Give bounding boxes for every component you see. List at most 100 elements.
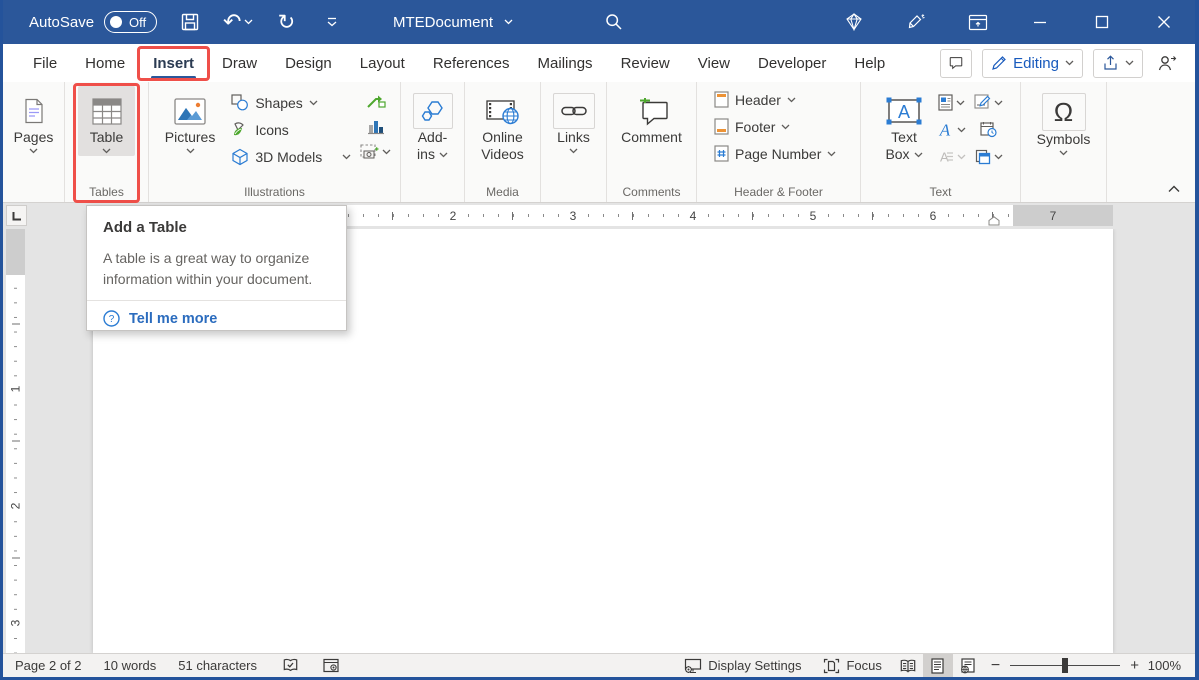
display-settings-button[interactable]: Display Settings: [682, 654, 812, 678]
tab-home[interactable]: Home: [71, 44, 139, 82]
chevron-down-icon: [102, 148, 111, 154]
shapes-button[interactable]: Shapes: [226, 89, 356, 116]
focus-mode-button[interactable]: Focus: [812, 654, 892, 678]
chevron-down-icon: [1059, 150, 1068, 156]
chevron-down-icon: [787, 97, 796, 103]
smartart-icon: [366, 94, 386, 110]
tooltip-body: A table is a great way to organize infor…: [103, 248, 330, 290]
comments-button[interactable]: [940, 49, 972, 78]
zoom-slider[interactable]: [1010, 658, 1120, 674]
tab-design[interactable]: Design: [271, 44, 346, 82]
links-button[interactable]: Links: [546, 86, 602, 156]
table-button[interactable]: Table: [78, 86, 135, 156]
signature-line-button[interactable]: [974, 90, 1003, 115]
drop-cap-button[interactable]: A: [936, 144, 966, 169]
pages-button[interactable]: Pages: [7, 86, 61, 156]
tab-insert[interactable]: Insert: [139, 44, 208, 82]
icons-button[interactable]: Icons: [226, 116, 356, 143]
object-icon: [975, 149, 991, 165]
tab-file[interactable]: File: [19, 44, 71, 82]
ribbon-right-actions: Editing: [940, 44, 1181, 82]
text-box-button[interactable]: A Text Box: [878, 86, 930, 165]
search-button[interactable]: [604, 12, 624, 32]
tab-layout[interactable]: Layout: [346, 44, 419, 82]
whats-new-button[interactable]: [903, 7, 929, 37]
tab-view[interactable]: View: [684, 44, 744, 82]
premium-button[interactable]: [841, 7, 867, 37]
tab-mailings[interactable]: Mailings: [524, 44, 607, 82]
redo-icon: ↻: [278, 12, 296, 33]
word-window: AutoSave Off ↶ ↻ MTEDocument: [0, 0, 1199, 680]
header-button[interactable]: Header: [709, 86, 801, 113]
ruler-number: 1: [6, 381, 25, 397]
macro-recording-button[interactable]: [313, 654, 349, 678]
chevron-down-icon: [827, 151, 836, 157]
pictures-button[interactable]: Pictures: [158, 86, 223, 156]
ribbon-display-options-button[interactable]: [965, 7, 991, 37]
page-number-button[interactable]: Page Number: [709, 140, 841, 167]
print-layout-button[interactable]: [923, 654, 953, 678]
wordart-button[interactable]: A: [936, 117, 966, 142]
new-comment-button[interactable]: Comment: [614, 86, 689, 148]
tooltip-divider: [87, 300, 346, 301]
save-button[interactable]: [177, 7, 203, 37]
customize-toolbar-button[interactable]: [319, 7, 345, 37]
add-ins-button[interactable]: Add- ins: [406, 86, 460, 165]
autosave-toggle[interactable]: AutoSave Off: [29, 11, 157, 33]
illustrations-icon-column: [360, 86, 391, 164]
zoom-slider-handle[interactable]: [1062, 658, 1068, 673]
minimize-icon: [1033, 15, 1047, 29]
vertical-ruler[interactable]: 1 2 3: [6, 229, 25, 653]
redo-button[interactable]: ↻: [273, 7, 299, 37]
right-indent-marker[interactable]: [988, 216, 1000, 226]
smartart-button[interactable]: [360, 89, 391, 114]
tab-developer[interactable]: Developer: [744, 44, 840, 82]
object-button[interactable]: [974, 144, 1003, 169]
group-label-tables: Tables: [65, 181, 148, 202]
undo-icon: ↶: [223, 11, 241, 33]
collapse-ribbon-button[interactable]: [1163, 180, 1185, 198]
footer-button[interactable]: Footer: [709, 113, 795, 140]
ruler-number: 3: [6, 615, 25, 631]
close-button[interactable]: [1151, 7, 1177, 37]
symbols-button[interactable]: Ω Symbols: [1030, 86, 1098, 158]
online-videos-button[interactable]: Online Videos: [474, 86, 531, 165]
autosave-switch[interactable]: Off: [104, 11, 157, 33]
group-label-pages: [3, 181, 64, 202]
zoom-in-button[interactable]: +: [1130, 657, 1139, 674]
word-count[interactable]: 10 words: [93, 654, 168, 678]
document-title-button[interactable]: MTEDocument: [393, 0, 513, 44]
quick-parts-button[interactable]: [936, 90, 966, 115]
read-mode-button[interactable]: [893, 654, 923, 678]
presence-people-button[interactable]: [1153, 54, 1181, 72]
wordart-icon: A: [937, 122, 954, 138]
screenshot-button[interactable]: [360, 139, 391, 164]
ruler-number: 7: [1047, 205, 1060, 226]
group-links: Links: [541, 82, 607, 202]
date-time-button[interactable]: [974, 117, 1003, 142]
maximize-button[interactable]: [1089, 7, 1115, 37]
3d-models-button[interactable]: 3D Models: [226, 143, 356, 170]
proofing-status-button[interactable]: [268, 654, 313, 678]
minimize-button[interactable]: [1027, 7, 1053, 37]
chevron-down-icon: [994, 100, 1003, 106]
page-indicator[interactable]: Page 2 of 2: [13, 654, 93, 678]
quick-access-toolbar: AutoSave Off ↶ ↻: [29, 0, 345, 44]
chart-button[interactable]: [360, 114, 391, 139]
group-label-text: Text: [861, 181, 1020, 202]
tab-draw[interactable]: Draw: [208, 44, 271, 82]
character-count[interactable]: 51 characters: [167, 654, 268, 678]
zoom-level[interactable]: 100%: [1147, 658, 1185, 673]
tab-help[interactable]: Help: [840, 44, 899, 82]
web-layout-button[interactable]: [953, 654, 983, 678]
group-comments: Comment Comments: [607, 82, 697, 202]
zoom-out-button[interactable]: −: [991, 657, 1000, 675]
editing-mode-button[interactable]: Editing: [982, 49, 1083, 78]
3d-cube-icon: [231, 148, 249, 166]
tab-references[interactable]: References: [419, 44, 524, 82]
tell-me-more-link[interactable]: ? Tell me more: [103, 310, 330, 327]
chevron-down-icon: [244, 19, 253, 25]
share-button[interactable]: [1093, 49, 1143, 78]
tab-review[interactable]: Review: [607, 44, 684, 82]
undo-button[interactable]: ↶: [223, 7, 253, 37]
